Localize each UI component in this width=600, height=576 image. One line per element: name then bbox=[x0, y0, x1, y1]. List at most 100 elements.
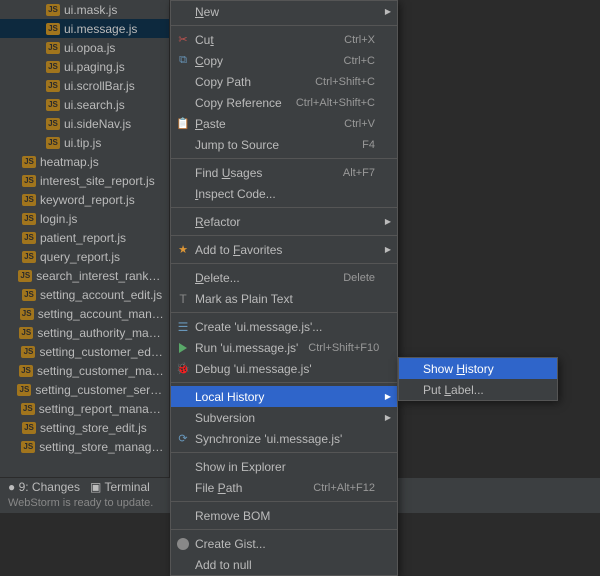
menu-separator bbox=[171, 382, 397, 383]
menu-separator bbox=[171, 452, 397, 453]
file-name: patient_report.js bbox=[40, 231, 126, 245]
menu-shortcut: Alt+F7 bbox=[343, 167, 375, 179]
file-name: ui.tip.js bbox=[64, 136, 101, 150]
tree-file[interactable]: JS ui.mask.js bbox=[0, 0, 169, 19]
tree-file[interactable]: JSui.search.js bbox=[0, 95, 169, 114]
tree-file[interactable]: JSui.message.js bbox=[0, 19, 169, 38]
file-name: ui.mask.js bbox=[64, 3, 117, 17]
tree-file[interactable]: JSquery_report.js bbox=[0, 247, 169, 266]
context-menu-item[interactable]: Inspect Code... bbox=[171, 183, 397, 204]
tree-file[interactable]: JSsetting_authority_manage.js bbox=[0, 323, 169, 342]
submenu-item[interactable]: Put Label... bbox=[399, 379, 557, 400]
context-menu-item[interactable]: Copy PathCtrl+Shift+C bbox=[171, 71, 397, 92]
js-file-icon: JS bbox=[46, 3, 60, 17]
js-file-icon: JS bbox=[19, 326, 33, 340]
tree-file[interactable]: JSui.tip.js bbox=[0, 133, 169, 152]
tree-file[interactable]: JSsetting_report_manage.js bbox=[0, 399, 169, 418]
tree-file[interactable]: JSsetting_store_edit.js bbox=[0, 418, 169, 437]
tree-file[interactable]: JSsetting_customer_manage.js bbox=[0, 361, 169, 380]
menu-label: Show History bbox=[423, 362, 535, 376]
tree-file[interactable]: JSsearch_interest_rank_report.js bbox=[0, 266, 169, 285]
js-file-icon: JS bbox=[22, 193, 36, 207]
tree-file[interactable]: JSsetting_customer_service_edit.js bbox=[0, 380, 169, 399]
menu-separator bbox=[171, 207, 397, 208]
tree-file[interactable]: JSui.opoa.js bbox=[0, 38, 169, 57]
menu-separator bbox=[171, 529, 397, 530]
tree-file[interactable]: JSsetting_customer_edit.js bbox=[0, 342, 169, 361]
menu-label: Jump to Source bbox=[195, 138, 352, 152]
file-name: login.js bbox=[40, 212, 77, 226]
vcs-changes-tool-button[interactable]: ● 9: Changes bbox=[8, 480, 80, 494]
context-menu-item[interactable]: Subversion▶ bbox=[171, 407, 397, 428]
context-menu-item[interactable]: Add to null bbox=[171, 554, 397, 575]
tree-file[interactable]: JSsetting_store_manage.js bbox=[0, 437, 169, 456]
js-file-icon: JS bbox=[46, 98, 60, 112]
tree-file[interactable]: JSui.sideNav.js bbox=[0, 114, 169, 133]
tree-file[interactable]: JSpatient_report.js bbox=[0, 228, 169, 247]
file-name: ui.opoa.js bbox=[64, 41, 115, 55]
menu-label: Debug 'ui.message.js' bbox=[195, 362, 375, 376]
js-file-icon: JS bbox=[18, 269, 32, 283]
js-file-icon: JS bbox=[22, 174, 36, 188]
context-menu-item[interactable]: Create Gist... bbox=[171, 533, 397, 554]
project-tree[interactable]: JSui.mask.jsJSui.message.jsJSui.opoa.jsJ… bbox=[0, 0, 170, 513]
context-menu-item[interactable]: Jump to SourceF4 bbox=[171, 134, 397, 155]
context-menu-item[interactable]: Run 'ui.message.js'Ctrl+Shift+F10 bbox=[171, 337, 397, 358]
tree-file[interactable]: JSinterest_site_report.js bbox=[0, 171, 169, 190]
submenu-item[interactable]: Show History bbox=[399, 358, 557, 379]
tree-file[interactable]: JSsetting_account_edit.js bbox=[0, 285, 169, 304]
context-menu-item[interactable]: New ▶ bbox=[171, 1, 397, 22]
run-icon bbox=[175, 340, 191, 356]
menu-label: Create Gist... bbox=[195, 537, 375, 551]
context-menu-item[interactable]: Copy ReferenceCtrl+Alt+Shift+C bbox=[171, 92, 397, 113]
tree-file[interactable]: JSlogin.js bbox=[0, 209, 169, 228]
menu-separator bbox=[171, 25, 397, 26]
js-file-icon: JS bbox=[46, 60, 60, 74]
menu-label: New bbox=[195, 5, 375, 19]
context-menu[interactable]: New ▶ ✂CutCtrl+X⧉CopyCtrl+CCopy PathCtrl+S… bbox=[170, 0, 398, 576]
file-name: setting_customer_manage.js bbox=[37, 364, 165, 378]
context-menu-item[interactable]: Find Usages Alt+F7 bbox=[171, 162, 397, 183]
menu-shortcut: Ctrl+Shift+F10 bbox=[308, 342, 379, 354]
menu-label: Find Usages bbox=[195, 166, 333, 180]
menu-separator bbox=[171, 158, 397, 159]
context-menu-item[interactable]: Local History▶ bbox=[171, 386, 397, 407]
terminal-tool-button[interactable]: ▣ Terminal bbox=[90, 480, 150, 494]
context-menu-item[interactable]: ☰Create 'ui.message.js'... bbox=[171, 316, 397, 337]
js-file-icon: JS bbox=[21, 345, 35, 359]
sync-icon: ⟳ bbox=[175, 431, 191, 447]
menu-label: Copy bbox=[195, 54, 334, 68]
js-file-icon: JS bbox=[21, 440, 35, 454]
menu-separator bbox=[171, 501, 397, 502]
scissors-icon: ✂ bbox=[175, 32, 191, 48]
tree-file[interactable]: JSui.paging.js bbox=[0, 57, 169, 76]
context-menu-item[interactable]: Refactor▶ bbox=[171, 211, 397, 232]
context-menu-item[interactable]: Remove BOM bbox=[171, 505, 397, 526]
context-menu-item[interactable]: Delete...Delete bbox=[171, 267, 397, 288]
context-menu-item[interactable]: 🐞Debug 'ui.message.js' bbox=[171, 358, 397, 379]
menu-separator bbox=[171, 312, 397, 313]
tree-file[interactable]: JSkeyword_report.js bbox=[0, 190, 169, 209]
local-history-submenu[interactable]: Show History Put Label... bbox=[398, 357, 558, 401]
menu-label: Local History bbox=[195, 390, 375, 404]
context-menu-item[interactable]: Show in Explorer bbox=[171, 456, 397, 477]
context-menu-item[interactable]: File PathCtrl+Alt+F12 bbox=[171, 477, 397, 498]
file-name: ui.sideNav.js bbox=[64, 117, 131, 131]
tree-file[interactable]: JSui.scrollBar.js bbox=[0, 76, 169, 95]
chevron-right-icon: ▶ bbox=[385, 7, 391, 16]
tree-file[interactable]: JSsetting_account_manage.js bbox=[0, 304, 169, 323]
context-menu-item[interactable]: ★Add to Favorites▶ bbox=[171, 239, 397, 260]
star-icon: ★ bbox=[175, 242, 191, 258]
file-name: setting_report_manage.js bbox=[39, 402, 165, 416]
context-menu-item[interactable]: ✂CutCtrl+X bbox=[171, 29, 397, 50]
context-menu-item[interactable]: ⟳Synchronize 'ui.message.js' bbox=[171, 428, 397, 449]
menu-separator bbox=[171, 235, 397, 236]
menu-label: Delete... bbox=[195, 271, 333, 285]
context-menu-item[interactable]: 📋PasteCtrl+V bbox=[171, 113, 397, 134]
context-menu-item[interactable]: TMark as Plain Text bbox=[171, 288, 397, 309]
menu-label: Mark as Plain Text bbox=[195, 292, 375, 306]
menu-label: Copy Reference bbox=[195, 96, 286, 110]
context-menu-item[interactable]: ⧉CopyCtrl+C bbox=[171, 50, 397, 71]
tree-file[interactable]: JSheatmap.js bbox=[0, 152, 169, 171]
file-name: setting_store_edit.js bbox=[40, 421, 147, 435]
